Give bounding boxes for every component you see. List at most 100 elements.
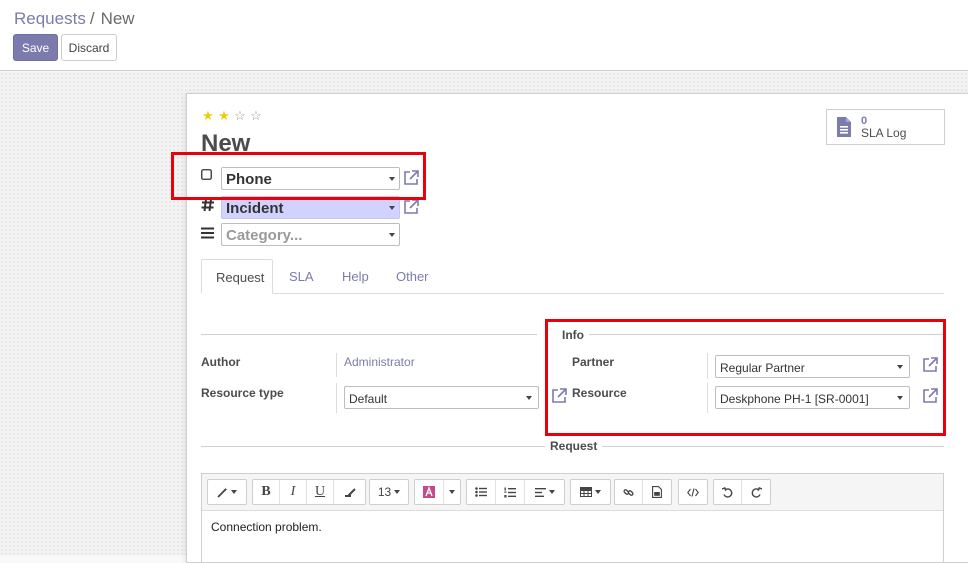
font-group: B I U (252, 479, 366, 505)
align-dropdown[interactable] (525, 480, 564, 504)
field-divider (707, 353, 708, 379)
star-filled-icon[interactable]: ★ (201, 109, 215, 123)
type-select[interactable]: Incident (221, 196, 400, 219)
breadcrumb-requests-link[interactable]: Requests (14, 9, 86, 28)
code-icon (687, 487, 699, 497)
category-select[interactable]: Category... (221, 223, 400, 246)
redo-icon (751, 486, 762, 498)
table-dropdown[interactable] (571, 480, 610, 504)
sla-log-smart-button[interactable]: 0 SLA Log (826, 109, 945, 145)
chevron-down-icon (897, 365, 903, 369)
resource-type-select[interactable]: Default (344, 386, 539, 409)
save-button[interactable]: Save (13, 34, 58, 61)
eraser-button[interactable] (334, 480, 365, 504)
channel-value: Phone (226, 171, 272, 188)
table-icon (580, 487, 592, 497)
align-left-icon (534, 487, 546, 497)
magic-wand-dropdown[interactable] (208, 480, 246, 504)
request-section-title: Request (545, 439, 603, 453)
external-link-icon[interactable] (402, 169, 420, 187)
external-link-icon[interactable] (921, 356, 939, 374)
info-separator-line (557, 334, 944, 335)
chevron-down-icon (231, 490, 237, 494)
eraser-icon (344, 487, 356, 497)
priority-rating: ★ ★ ☆ ☆ (201, 109, 263, 123)
star-empty-icon[interactable]: ☆ (249, 109, 263, 123)
author-label: Author (201, 355, 241, 369)
color-dropdown[interactable] (444, 480, 460, 504)
chevron-down-icon (394, 490, 401, 494)
chevron-down-icon (389, 233, 395, 237)
external-link-icon[interactable] (402, 198, 420, 216)
external-link-icon[interactable] (550, 387, 568, 405)
numbered-list-icon (504, 487, 516, 497)
link-button[interactable] (615, 480, 643, 504)
resource-type-value: Default (349, 392, 388, 406)
magic-wand-icon (217, 487, 228, 498)
tab-help[interactable]: Help (328, 259, 383, 294)
italic-button[interactable]: I (280, 480, 307, 504)
font-size-dropdown[interactable]: 13 (370, 480, 408, 504)
tab-other[interactable]: Other (382, 259, 443, 294)
chevron-down-icon (389, 177, 395, 181)
paragraph-group (466, 479, 565, 505)
info-section-title: Info (557, 328, 589, 342)
font-size-value: 13 (377, 485, 392, 499)
underline-button[interactable]: U (307, 480, 334, 504)
image-file-icon (652, 486, 662, 498)
unordered-list-button[interactable] (467, 480, 496, 504)
breadcrumb-separator: / (89, 9, 95, 28)
text-color-button[interactable] (415, 480, 444, 504)
chevron-down-icon (389, 206, 395, 210)
link-icon (623, 488, 634, 496)
resource-value: Deskphone PH-1 [SR-0001] (720, 392, 869, 406)
request-editor: B I U 13 Connection problem. (201, 473, 944, 563)
author-value[interactable]: Administrator (344, 355, 415, 369)
type-value: Incident (226, 200, 284, 217)
insert-group (614, 479, 672, 505)
chevron-down-icon (526, 396, 532, 400)
field-divider (336, 353, 337, 377)
star-filled-icon[interactable]: ★ (217, 109, 231, 123)
bullet-list-icon (475, 487, 487, 497)
undo-button[interactable] (714, 480, 742, 504)
partner-select[interactable]: Regular Partner (715, 355, 910, 378)
sla-log-label: SLA Log (861, 126, 907, 140)
editor-content[interactable]: Connection problem. (211, 520, 322, 534)
external-link-icon[interactable] (921, 387, 939, 405)
resource-label: Resource (572, 386, 627, 400)
font-size-group: 13 (369, 479, 409, 505)
resource-type-label: Resource type (201, 386, 284, 400)
style-group (207, 479, 247, 505)
bold-button[interactable]: B (253, 480, 280, 504)
list-icon (201, 227, 214, 239)
tab-request[interactable]: Request (201, 259, 273, 294)
star-empty-icon[interactable]: ☆ (233, 109, 247, 123)
checkbox-icon (201, 169, 212, 180)
discard-button[interactable]: Discard (61, 34, 117, 61)
category-placeholder: Category... (226, 227, 303, 244)
undo-icon (722, 486, 733, 498)
table-group (570, 479, 611, 505)
chevron-down-icon (449, 490, 455, 494)
partner-value: Regular Partner (720, 361, 805, 375)
notebook-tabs: Request SLA Help Other (201, 259, 944, 294)
partner-label: Partner (572, 355, 615, 369)
breadcrumb-current: New (100, 9, 135, 28)
field-divider (336, 383, 337, 413)
group-separator (201, 334, 537, 335)
document-icon (837, 117, 851, 137)
code-group (678, 479, 708, 505)
channel-select[interactable]: Phone (221, 167, 400, 190)
code-view-button[interactable] (679, 480, 707, 504)
redo-button[interactable] (742, 480, 770, 504)
resource-select[interactable]: Deskphone PH-1 [SR-0001] (715, 386, 910, 409)
image-button[interactable] (643, 480, 671, 504)
ordered-list-button[interactable] (496, 480, 525, 504)
chevron-down-icon (897, 396, 903, 400)
breadcrumb: Requests / New (14, 9, 135, 29)
hash-icon (201, 198, 214, 212)
chevron-down-icon (548, 490, 555, 494)
tab-sla[interactable]: SLA (275, 259, 328, 294)
history-group (713, 479, 771, 505)
